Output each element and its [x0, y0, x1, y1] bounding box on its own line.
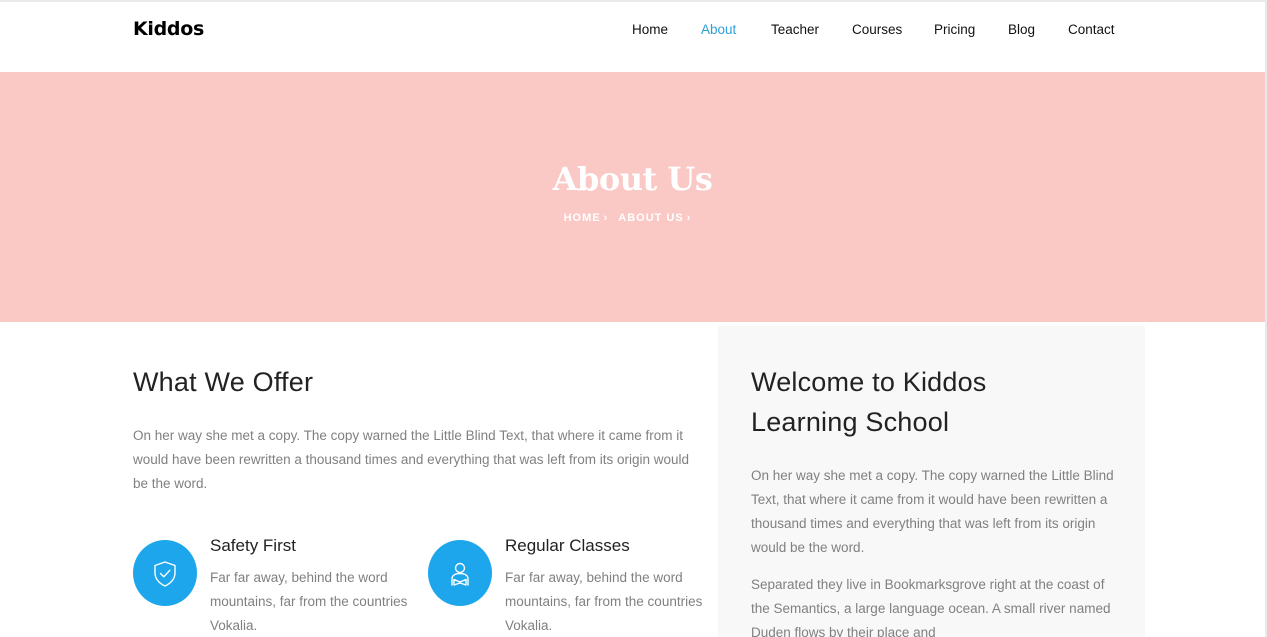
welcome-text-2: Separated they live in Bookmarksgrove ri…: [751, 577, 1111, 637]
nav-about[interactable]: About: [701, 22, 736, 37]
hero-banner: About Us HOME › ABOUT US ›: [0, 72, 1265, 322]
welcome-panel: Welcome to Kiddos Learning School On her…: [718, 326, 1145, 637]
chevron-right-icon: ›: [603, 212, 609, 224]
offer-section: What We Offer On her way she met a copy.…: [133, 362, 703, 496]
breadcrumb-home[interactable]: HOME: [564, 212, 601, 224]
welcome-heading-line1: Welcome to Kiddos: [751, 367, 987, 397]
welcome-text: On her way she met a copy. The copy warn…: [751, 468, 1114, 555]
welcome-heading: Welcome to Kiddos Learning School: [751, 362, 1121, 442]
reading-student-icon: [428, 540, 492, 606]
nav-blog[interactable]: Blog: [1008, 22, 1035, 37]
chevron-right-icon: ›: [686, 212, 692, 224]
shield-check-icon: [133, 540, 197, 606]
page-title: About Us: [552, 160, 713, 198]
nav-pricing[interactable]: Pricing: [934, 22, 975, 37]
feature-text: Far far away, behind the word mountains,…: [210, 570, 408, 633]
feature-list: Safety First Far far away, behind the wo…: [133, 536, 713, 637]
breadcrumb: HOME › ABOUT US ›: [0, 212, 1265, 224]
feature-title: Regular Classes: [505, 536, 630, 555]
nav-home[interactable]: Home: [632, 22, 668, 37]
feature-title: Safety First: [210, 536, 296, 555]
nav-courses[interactable]: Courses: [852, 22, 902, 37]
offer-text: On her way she met a copy. The copy warn…: [133, 428, 690, 491]
nav-teacher[interactable]: Teacher: [771, 22, 819, 37]
feature-text: Far far away, behind the word mountains,…: [505, 570, 703, 633]
main-nav: Home About Teacher Courses Pricing Blog …: [0, 22, 1265, 42]
offer-heading: What We Offer: [133, 367, 314, 397]
welcome-heading-line2: Learning School: [751, 407, 950, 437]
nav-contact[interactable]: Contact: [1068, 22, 1115, 37]
navbar: Kiddos Home About Teacher Courses Pricin…: [0, 2, 1265, 72]
breadcrumb-current: ABOUT US: [618, 212, 684, 224]
